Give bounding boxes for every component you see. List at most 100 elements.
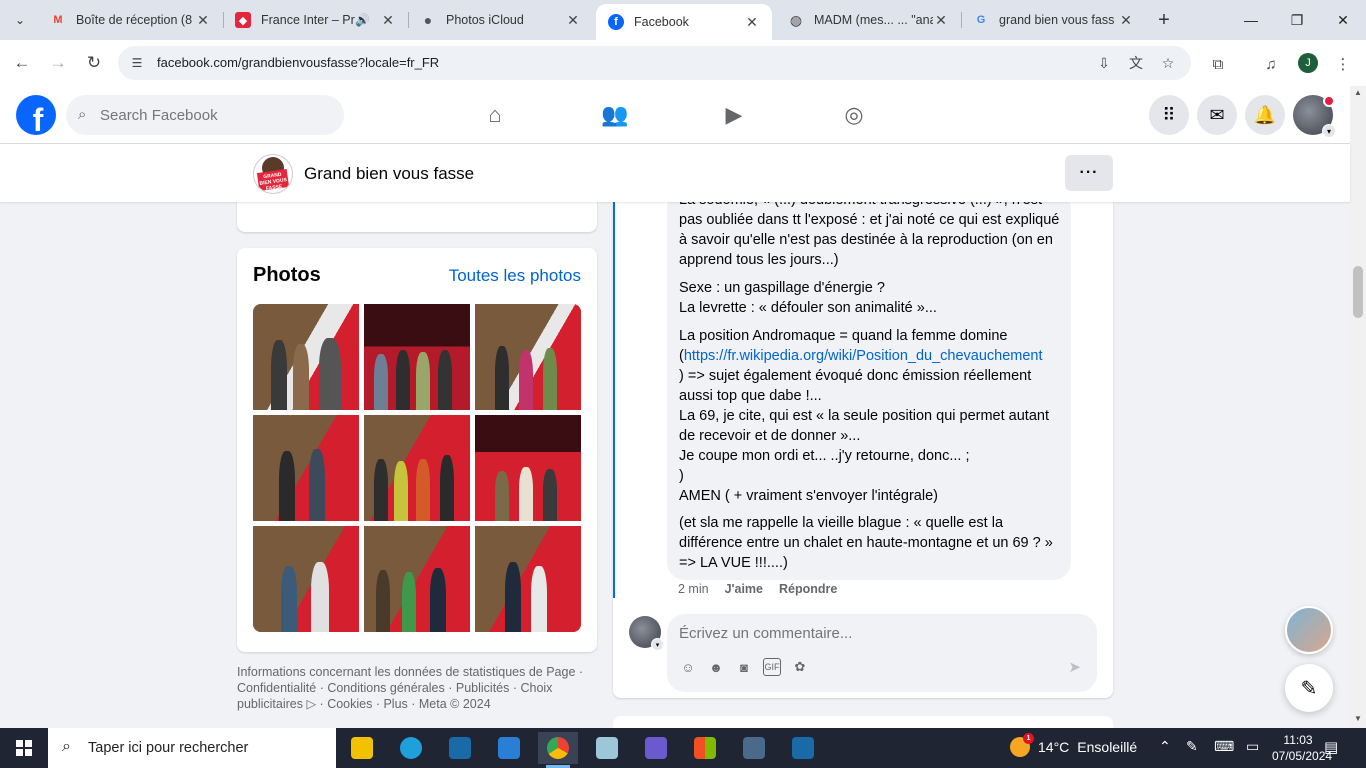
tab-label: France Inter – Pre (261, 13, 356, 27)
close-icon[interactable]: ✕ (380, 12, 396, 29)
watch-video-icon[interactable]: ▶ (718, 100, 750, 130)
bookmark-star-icon[interactable]: ☆ (1158, 54, 1178, 72)
close-window-button[interactable]: ✕ (1320, 0, 1366, 40)
speaker-icon[interactable]: 🔊 (355, 13, 370, 27)
more-options-button[interactable]: ··· (1065, 155, 1113, 191)
restore-button[interactable]: ❐ (1274, 0, 1320, 40)
see-all-photos-link[interactable]: Toutes les photos (449, 266, 581, 286)
extensions-icon[interactable]: ⧉ (1207, 53, 1229, 75)
edge-icon[interactable] (391, 732, 431, 764)
taskbar-search[interactable]: ⌕ Taper ici pour rechercher (48, 728, 336, 768)
store-icon[interactable] (685, 732, 725, 764)
comment-text: La 69, je cite, qui est « la seule posit… (679, 408, 1049, 444)
close-icon[interactable]: ✕ (744, 14, 760, 31)
facebook-search[interactable]: ⌕ (66, 95, 344, 135)
keyboard-icon[interactable]: ⌨ (1214, 738, 1234, 755)
gmail-icon: M (53, 14, 63, 26)
app-icon[interactable] (783, 732, 823, 764)
back-button[interactable]: ← (8, 49, 36, 77)
pen-icon[interactable]: ✎ (1186, 738, 1198, 755)
page-profile-picture[interactable]: GRAND BIEN VOUS FASSE (253, 154, 293, 194)
photo-thumbnail[interactable] (364, 415, 470, 521)
like-button[interactable]: J'aime (725, 582, 763, 596)
new-tab-button[interactable]: + (1150, 6, 1178, 34)
comment-timestamp[interactable]: 2 min (678, 582, 709, 596)
browser-tab-google[interactable]: G grand bien vous fass ✕ (961, 0, 1146, 40)
gif-icon[interactable]: GIF (763, 658, 781, 676)
close-icon[interactable]: ✕ (565, 12, 581, 29)
photo-thumbnail[interactable] (364, 304, 470, 410)
system-clock[interactable]: 11:03 07/05/2024 (1272, 732, 1332, 764)
network-icon[interactable]: ▭ (1246, 738, 1259, 755)
weather-widget[interactable]: 1 14°C Ensoleillé (1010, 733, 1137, 757)
close-icon[interactable]: ✕ (1118, 12, 1134, 29)
photo-thumbnail[interactable] (475, 304, 581, 410)
photo-thumbnail[interactable] (475, 415, 581, 521)
browser-menu-icon[interactable]: ⋮ (1332, 53, 1354, 75)
notification-center-icon[interactable]: ▤ (1324, 738, 1338, 756)
translate-icon[interactable]: 文 (1126, 54, 1146, 72)
browser-tab-france-inter[interactable]: ◆ France Inter – Pre 🔊 ✕ (223, 0, 408, 40)
photo-thumbnail[interactable] (253, 415, 359, 521)
wikipedia-link[interactable]: https://fr.wikipedia.org/wiki/Position_d… (684, 348, 1043, 364)
browser-tab-icloud[interactable]: ● Photos iCloud ✕ (408, 0, 593, 40)
page-name[interactable]: Grand bien vous fasse (304, 164, 474, 184)
photo-thumbnail[interactable] (364, 526, 470, 632)
app-icon[interactable] (440, 732, 480, 764)
chrome-icon[interactable] (538, 732, 578, 768)
file-explorer-icon[interactable] (342, 732, 382, 764)
friends-icon[interactable]: 👥 (599, 100, 631, 130)
close-icon[interactable]: ✕ (933, 12, 949, 29)
page-footer-links[interactable]: Informations concernant les données de s… (237, 664, 597, 712)
messenger-icon[interactable]: ✉ (1197, 95, 1237, 135)
scrollbar-thumb[interactable] (1353, 266, 1363, 318)
page-scrollbar[interactable]: ▲ ▼ (1350, 86, 1366, 728)
groups-icon[interactable]: ◎ (838, 100, 870, 130)
chat-head-avatar[interactable] (1285, 606, 1333, 654)
reply-button[interactable]: Répondre (779, 582, 837, 596)
install-app-icon[interactable]: ⇩ (1094, 54, 1114, 72)
send-icon[interactable]: ➤ (1068, 658, 1081, 676)
url-text[interactable]: facebook.com/grandbienvousfasse?locale=f… (157, 55, 439, 70)
tab-label: grand bien vous fass (999, 13, 1115, 27)
scroll-down-icon[interactable]: ▼ (1353, 714, 1363, 723)
site-info-icon[interactable]: ☰ (128, 54, 146, 72)
account-avatar[interactable]: ▾ (1293, 95, 1336, 138)
start-button[interactable] (0, 728, 48, 768)
facebook-logo[interactable]: f (16, 95, 56, 135)
camera-icon[interactable]: ◙ (735, 658, 753, 676)
app-icon[interactable] (734, 732, 774, 764)
tab-label: Photos iCloud (446, 13, 524, 27)
app-icon[interactable] (636, 732, 676, 764)
comment-input[interactable] (679, 622, 1079, 644)
media-controls-icon[interactable]: ♫ (1260, 53, 1282, 75)
tab-search-menu-icon[interactable]: ⌄ (6, 6, 34, 34)
browser-tab-madm[interactable]: ◍ MADM (mes... ... "ana ✕ (776, 0, 961, 40)
sticker-icon[interactable]: ✿ (791, 658, 809, 676)
avatar-sticker-icon[interactable]: ☺ (679, 658, 697, 676)
chevron-up-icon[interactable]: ⌃ (1159, 738, 1171, 755)
notes-app-icon[interactable] (587, 732, 627, 764)
search-input[interactable] (100, 95, 330, 135)
composer-avatar[interactable]: ▾ (629, 616, 664, 651)
browser-tab-gmail[interactable]: M Boîte de réception (8 ✕ (38, 0, 223, 40)
reload-button[interactable]: ↻ (80, 49, 108, 77)
profile-avatar[interactable]: J (1298, 53, 1318, 73)
photo-thumbnail[interactable] (253, 526, 359, 632)
mail-icon[interactable] (489, 732, 529, 764)
menu-grid-icon[interactable]: ⠿ (1149, 95, 1189, 135)
home-icon[interactable]: ⌂ (479, 100, 511, 130)
forward-button[interactable]: → (44, 49, 72, 77)
browser-tab-facebook[interactable]: f Facebook ✕ (596, 4, 772, 40)
minimize-button[interactable]: — (1228, 0, 1274, 40)
comment-paragraph: La position Andromaque = quand la femme … (679, 326, 1064, 506)
page-logo-badge: GRAND BIEN VOUS FASSE (256, 168, 290, 192)
close-icon[interactable]: ✕ (195, 12, 211, 29)
emoji-icon[interactable]: ☻ (707, 658, 725, 676)
notifications-bell-icon[interactable]: 🔔 (1245, 95, 1285, 135)
address-bar[interactable]: ☰ facebook.com/grandbienvousfasse?locale… (118, 46, 1191, 80)
photo-thumbnail[interactable] (475, 526, 581, 632)
new-message-button[interactable]: ✎ (1285, 664, 1333, 712)
photo-thumbnail[interactable] (253, 304, 359, 410)
scroll-up-icon[interactable]: ▲ (1353, 88, 1363, 97)
